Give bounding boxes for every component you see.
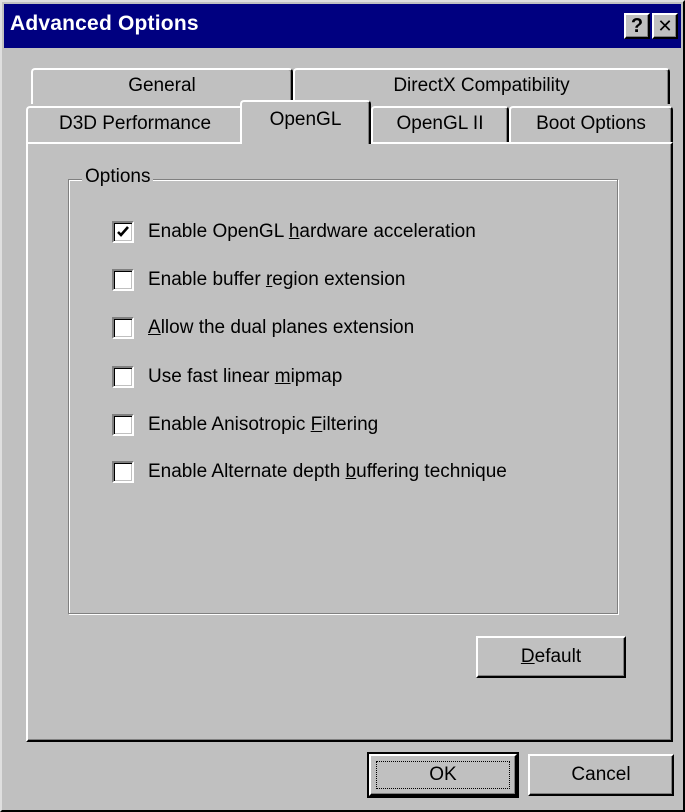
default-button[interactable]: Default <box>476 636 626 678</box>
focus-rectangle <box>376 761 510 789</box>
tab-general[interactable]: General <box>31 68 293 104</box>
tab-panel-opengl: Options Enable OpenGL hardware accelerat… <box>26 142 673 742</box>
cancel-button[interactable]: Cancel <box>528 754 674 796</box>
tab-d3d-performance[interactable]: D3D Performance <box>26 106 244 142</box>
options-group-title: Options <box>82 166 154 188</box>
checkbox-box[interactable] <box>112 414 134 436</box>
close-icon: ✕ <box>657 16 673 36</box>
title-bar[interactable]: Advanced Options ? ✕ <box>4 4 681 48</box>
checkbox-box[interactable] <box>112 221 134 243</box>
help-button[interactable]: ? <box>624 13 650 39</box>
checkbox-box[interactable] <box>112 269 134 291</box>
checkbox-box[interactable] <box>112 366 134 388</box>
checkmark-icon <box>117 226 129 237</box>
advanced-options-dialog: Advanced Options ? ✕ General DirectX Com… <box>0 0 685 812</box>
tab-opengl-ii[interactable]: OpenGL II <box>371 106 509 142</box>
ok-button[interactable]: OK <box>367 752 519 798</box>
tab-directx-compatibility[interactable]: DirectX Compatibility <box>293 68 670 104</box>
help-icon: ? <box>630 15 644 37</box>
window-title: Advanced Options <box>10 12 199 35</box>
checkbox-box[interactable] <box>112 461 134 483</box>
close-button[interactable]: ✕ <box>652 13 678 39</box>
tab-opengl[interactable]: OpenGL <box>240 100 371 144</box>
tab-boot-options[interactable]: Boot Options <box>509 106 673 142</box>
checkbox-box[interactable] <box>112 317 134 339</box>
